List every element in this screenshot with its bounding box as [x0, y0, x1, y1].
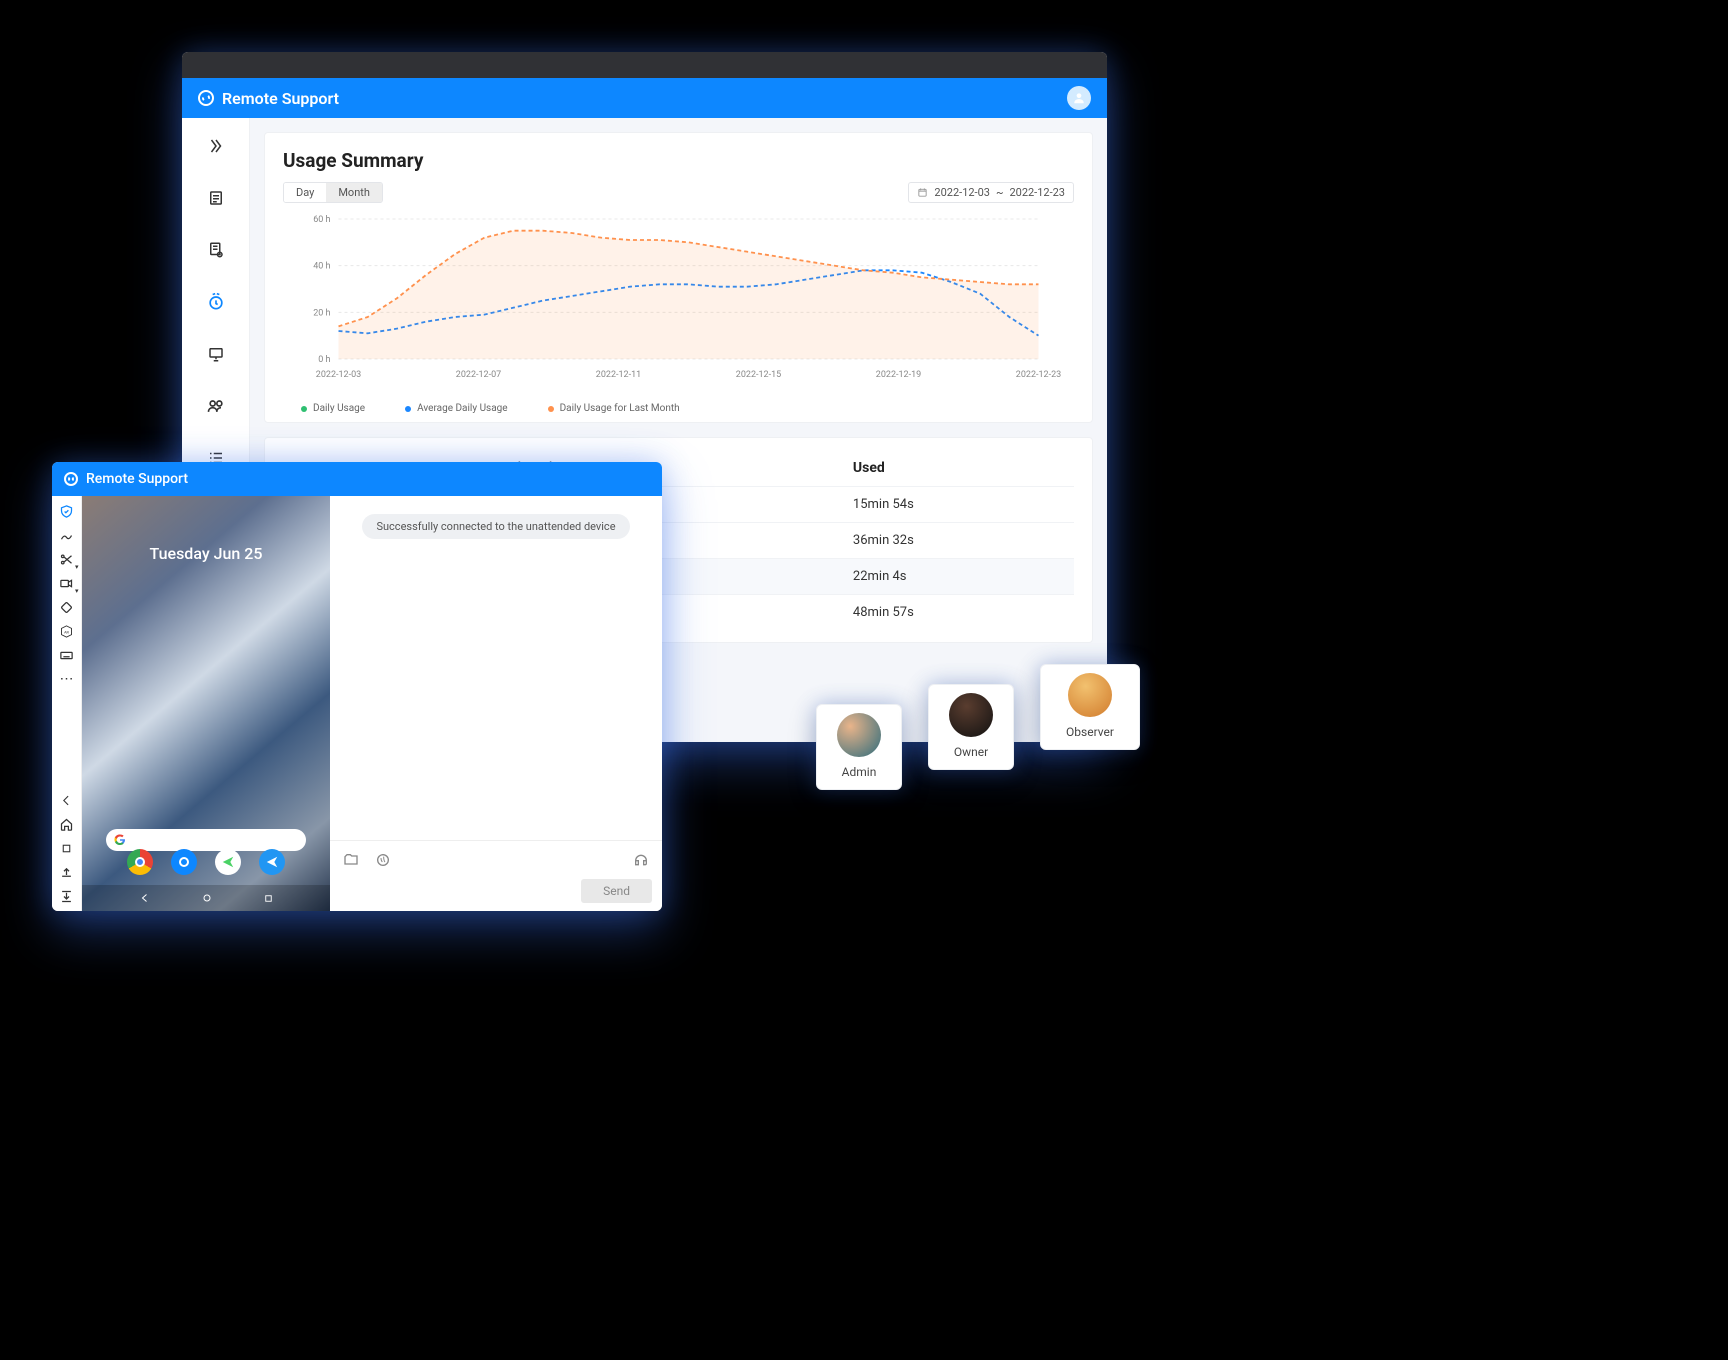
calendar-icon — [917, 187, 928, 198]
nav-settings-doc-icon[interactable] — [198, 232, 234, 268]
phone-date: Tuesday Jun 25 — [82, 544, 330, 563]
phone-navbar — [82, 885, 330, 911]
google-icon — [114, 834, 126, 846]
role-label-admin: Admin — [842, 765, 877, 779]
usage-summary-card: Usage Summary Day Month 2022-12-03 ~ 202… — [264, 132, 1093, 423]
svg-text:0 h: 0 h — [318, 355, 330, 365]
svg-text:40 h: 40 h — [313, 262, 330, 272]
chart-title: Usage Summary — [283, 149, 1074, 172]
phone-nav-back-icon[interactable] — [139, 889, 151, 908]
chat-panel: Successfully connected to the unattended… — [330, 496, 662, 911]
role-chip-owner[interactable]: Owner — [928, 684, 1014, 770]
date-range-picker[interactable]: 2022-12-03 ~ 2022-12-23 — [908, 182, 1074, 203]
connection-toast: Successfully connected to the unattended… — [362, 514, 629, 539]
chat-text-input[interactable] — [340, 879, 573, 903]
remote-screen[interactable]: Tuesday Jun 25 — [82, 496, 330, 911]
remote-session-window: Remote Support ▾ ▾ AR ⋯ Tuesday Jun 25 — [52, 462, 662, 911]
svg-text:2022-12-07: 2022-12-07 — [456, 370, 501, 380]
dock-share-icon[interactable] — [215, 849, 241, 875]
role-label-owner: Owner — [954, 745, 988, 759]
time-segment: Day Month — [283, 182, 383, 203]
svg-text:60 h: 60 h — [313, 215, 330, 225]
tool-keyboard-icon[interactable] — [56, 644, 78, 666]
svg-text:AR: AR — [64, 630, 69, 634]
cell-used: 22min 4s — [845, 559, 1074, 595]
phone-dock — [82, 849, 330, 875]
dock-chrome-icon[interactable] — [127, 849, 153, 875]
svg-text:2022-12-11: 2022-12-11 — [596, 370, 641, 380]
col-used: Used — [845, 450, 1074, 487]
app-header: Remote Support — [182, 78, 1107, 118]
tool-recent-icon[interactable] — [56, 837, 78, 859]
tool-download-icon[interactable] — [56, 885, 78, 907]
window-titlebar[interactable] — [182, 52, 1107, 78]
nav-presentation-icon[interactable] — [198, 336, 234, 372]
nav-reports-icon[interactable] — [198, 180, 234, 216]
chat-input-area: Send — [330, 840, 662, 911]
date-sep: ~ — [996, 186, 1003, 199]
role-label-observer: Observer — [1066, 725, 1114, 739]
date-to: 2022-12-23 — [1009, 186, 1065, 199]
tool-ar-icon[interactable]: AR — [56, 620, 78, 642]
dock-send-icon[interactable] — [259, 849, 285, 875]
avatar-owner — [949, 693, 993, 737]
svg-text:20 h: 20 h — [313, 308, 330, 318]
phone-nav-home-icon[interactable] — [201, 889, 213, 908]
tool-rotate-icon[interactable] — [56, 596, 78, 618]
send-button[interactable]: Send — [581, 879, 652, 903]
session-title: Remote Support — [86, 471, 188, 487]
session-header: Remote Support — [52, 462, 662, 496]
svg-text:2022-12-03: 2022-12-03 — [316, 370, 361, 380]
role-chip-admin[interactable]: Admin — [816, 704, 902, 790]
nav-users-icon[interactable] — [198, 388, 234, 424]
dock-support-icon[interactable] — [171, 849, 197, 875]
chart-legend: Daily Usage Average Daily Usage Daily Us… — [283, 403, 1074, 414]
tool-record-icon[interactable]: ▾ — [56, 572, 78, 594]
legend-avg: Average Daily Usage — [417, 403, 507, 414]
cell-used: 36min 32s — [845, 523, 1074, 559]
svg-text:2022-12-23: 2022-12-23 — [1016, 370, 1061, 380]
date-from: 2022-12-03 — [934, 186, 990, 199]
svg-text:2022-12-19: 2022-12-19 — [876, 370, 921, 380]
svg-text:2022-12-15: 2022-12-15 — [736, 370, 781, 380]
session-toolbar: ▾ ▾ AR ⋯ — [52, 496, 82, 911]
attach-file-icon[interactable] — [340, 849, 362, 871]
tool-back-icon[interactable] — [56, 789, 78, 811]
nav-expand-icon[interactable] — [198, 128, 234, 164]
app-logo-icon — [198, 90, 214, 106]
tool-scissors-icon[interactable]: ▾ — [56, 548, 78, 570]
user-avatar[interactable] — [1067, 86, 1091, 110]
usage-chart: 0 h 20 h 40 h 60 h 2022-12-03 2022-12-07 2022-… — [283, 209, 1074, 399]
cell-used: 15min 54s — [845, 487, 1074, 523]
app-logo: Remote Support — [198, 89, 339, 108]
legend-last: Daily Usage for Last Month — [560, 403, 680, 414]
phone-nav-recent-icon[interactable] — [263, 889, 274, 908]
tool-more-icon[interactable]: ⋯ — [56, 668, 78, 690]
tool-home-icon[interactable] — [56, 813, 78, 835]
app-logo-icon — [64, 472, 78, 486]
avatar-observer — [1068, 673, 1112, 717]
tool-upload-icon[interactable] — [56, 861, 78, 883]
phone-search-bar[interactable] — [106, 829, 306, 851]
tool-draw-icon[interactable] — [56, 524, 78, 546]
app-title: Remote Support — [222, 89, 339, 108]
cell-used: 48min 57s — [845, 595, 1074, 631]
segment-day[interactable]: Day — [284, 183, 326, 202]
audio-icon[interactable] — [372, 849, 394, 871]
avatar-admin — [837, 713, 881, 757]
role-chip-observer[interactable]: Observer — [1040, 664, 1140, 750]
legend-daily: Daily Usage — [313, 403, 365, 414]
segment-month[interactable]: Month — [326, 183, 382, 202]
headset-icon[interactable] — [630, 849, 652, 871]
tool-shield-icon[interactable] — [56, 500, 78, 522]
nav-clock-icon[interactable] — [198, 284, 234, 320]
